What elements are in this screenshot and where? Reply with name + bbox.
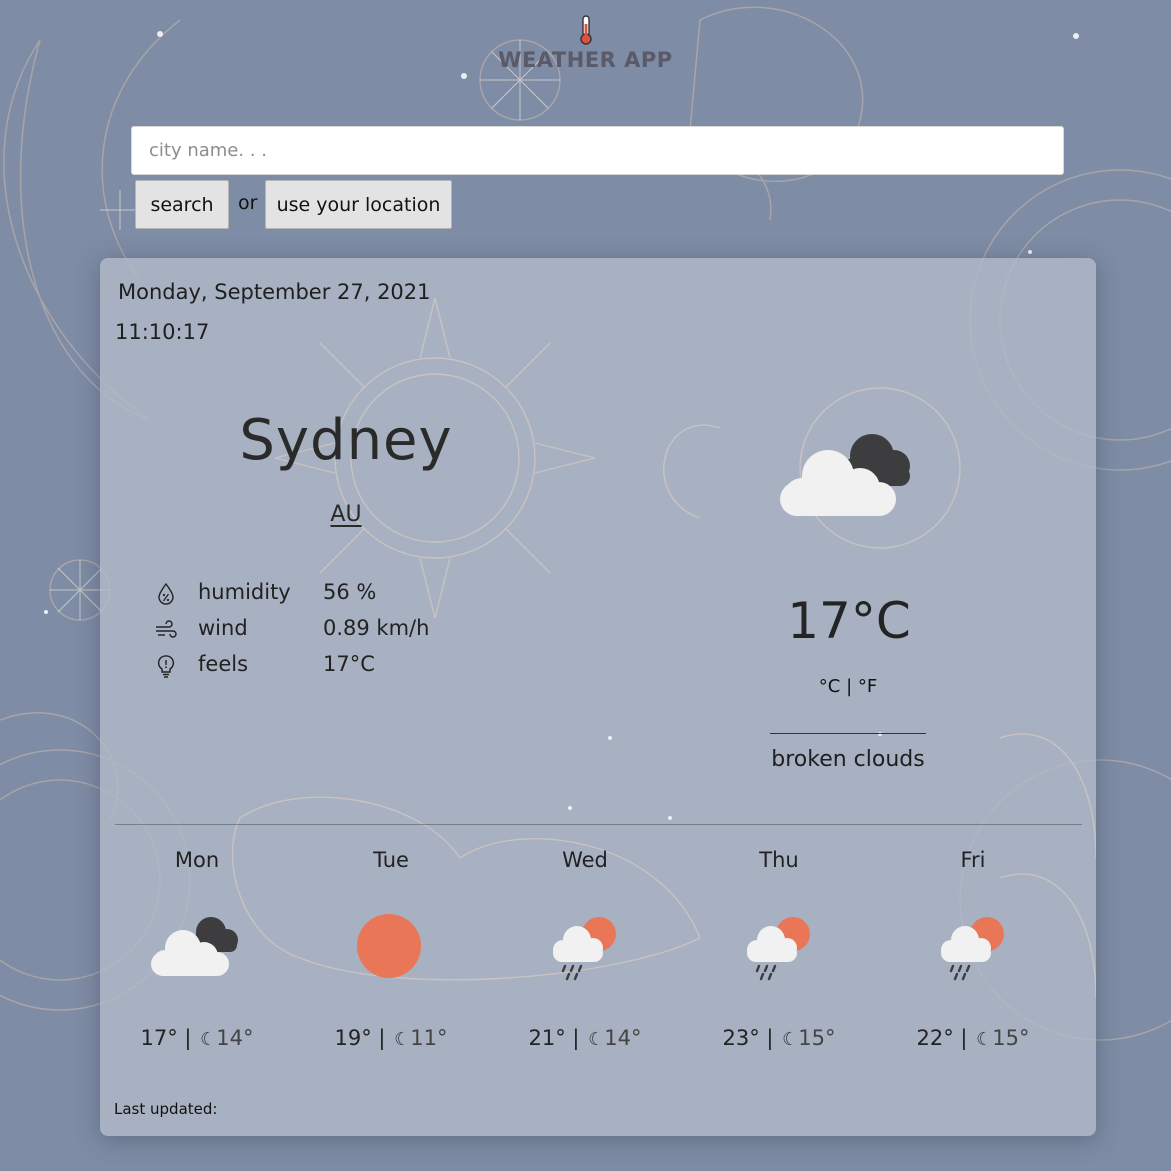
forecast-temps: 17° | ☾14° bbox=[100, 1026, 294, 1050]
forecast-day-name: Wed bbox=[562, 848, 608, 872]
forecast-row: Mon 17° | ☾14° Tue 19° | ☾11° Wed 21° | … bbox=[100, 848, 1096, 1068]
broken-clouds-icon bbox=[780, 434, 910, 516]
temp-separator: | bbox=[572, 1026, 587, 1050]
forecast-day: Thu 23° | ☾15° bbox=[682, 848, 876, 1068]
forecast-day-name: Tue bbox=[373, 848, 409, 872]
current-time: 11:10:17 bbox=[115, 320, 210, 344]
forecast-low: 11° bbox=[410, 1026, 448, 1050]
moon-icon: ☾ bbox=[588, 1029, 605, 1050]
detail-row-wind: wind 0.89 km/h bbox=[152, 616, 552, 652]
humidity-icon bbox=[158, 582, 174, 605]
forecast-high: 23° bbox=[722, 1026, 760, 1050]
broken-clouds-icon bbox=[151, 917, 238, 976]
weather-description: broken clouds bbox=[771, 747, 925, 772]
rain-sun-icon bbox=[941, 917, 1004, 981]
use-location-button[interactable]: use your location bbox=[265, 180, 452, 229]
last-updated: Last updated: bbox=[114, 1100, 218, 1118]
city-search-input[interactable] bbox=[131, 126, 1064, 175]
detail-row-feels: feels 17°C bbox=[152, 652, 552, 688]
temp-separator: | bbox=[766, 1026, 781, 1050]
app-title: WEATHER APP bbox=[498, 48, 673, 72]
country-code: AU bbox=[330, 502, 362, 527]
app-header: WEATHER APP bbox=[0, 14, 1171, 72]
moon-icon: ☾ bbox=[782, 1029, 799, 1050]
moon-icon: ☾ bbox=[976, 1029, 993, 1050]
forecast-low: 15° bbox=[992, 1026, 1030, 1050]
temp-separator: | bbox=[960, 1026, 975, 1050]
forecast-day-name: Mon bbox=[174, 848, 220, 872]
rain-sun-icon bbox=[747, 917, 810, 981]
detail-label: feels bbox=[198, 652, 249, 676]
forecast-low: 15° bbox=[798, 1026, 836, 1050]
forecast-temps: 21° | ☾14° bbox=[488, 1026, 682, 1050]
moon-icon: ☾ bbox=[394, 1029, 411, 1050]
sun-icon bbox=[357, 914, 421, 978]
wind-icon bbox=[156, 620, 177, 638]
forecast-day: Tue 19° | ☾11° bbox=[294, 848, 488, 1068]
or-separator: or bbox=[238, 192, 258, 214]
forecast-day-name: Thu bbox=[759, 848, 799, 872]
feels-value: 17°C bbox=[323, 652, 375, 676]
moon-icon: ☾ bbox=[200, 1029, 217, 1050]
forecast-day-name: Fri bbox=[960, 848, 986, 872]
thermometer-icon bbox=[579, 15, 592, 45]
forecast-high: 17° bbox=[140, 1026, 178, 1050]
detail-label: wind bbox=[198, 616, 248, 640]
forecast-high: 21° bbox=[528, 1026, 566, 1050]
temp-separator: | bbox=[184, 1026, 199, 1050]
forecast-low: 14° bbox=[216, 1026, 254, 1050]
forecast-day: Fri 22° | ☾15° bbox=[876, 848, 1070, 1068]
current-date: Monday, September 27, 2021 bbox=[118, 280, 431, 304]
description-divider bbox=[770, 733, 926, 734]
temp-separator: | bbox=[378, 1026, 393, 1050]
forecast-temps: 22° | ☾15° bbox=[876, 1026, 1070, 1050]
wind-value: 0.89 km/h bbox=[323, 616, 430, 640]
weather-details: humidity 56 % wind 0.89 km/h feels 17°C bbox=[152, 580, 552, 688]
forecast-day: Wed 21° | ☾14° bbox=[488, 848, 682, 1068]
weather-card: Monday, September 27, 2021 11:10:17 Sydn… bbox=[100, 258, 1096, 1136]
humidity-value: 56 % bbox=[323, 580, 377, 604]
detail-row-humidity: humidity 56 % bbox=[152, 580, 552, 616]
unit-toggle[interactable]: °C | °F bbox=[798, 676, 898, 697]
city-name: Sydney bbox=[239, 408, 453, 473]
forecast-divider bbox=[115, 824, 1082, 825]
current-temperature: 17°C bbox=[787, 592, 911, 650]
forecast-temps: 19° | ☾11° bbox=[294, 1026, 488, 1050]
rain-sun-icon bbox=[553, 917, 616, 981]
search-button[interactable]: search bbox=[135, 180, 229, 229]
forecast-high: 19° bbox=[334, 1026, 372, 1050]
forecast-low: 14° bbox=[604, 1026, 642, 1050]
forecast-day: Mon 17° | ☾14° bbox=[100, 848, 294, 1068]
forecast-high: 22° bbox=[916, 1026, 954, 1050]
forecast-temps: 23° | ☾15° bbox=[682, 1026, 876, 1050]
detail-label: humidity bbox=[198, 580, 291, 604]
feels-like-icon bbox=[157, 655, 175, 678]
